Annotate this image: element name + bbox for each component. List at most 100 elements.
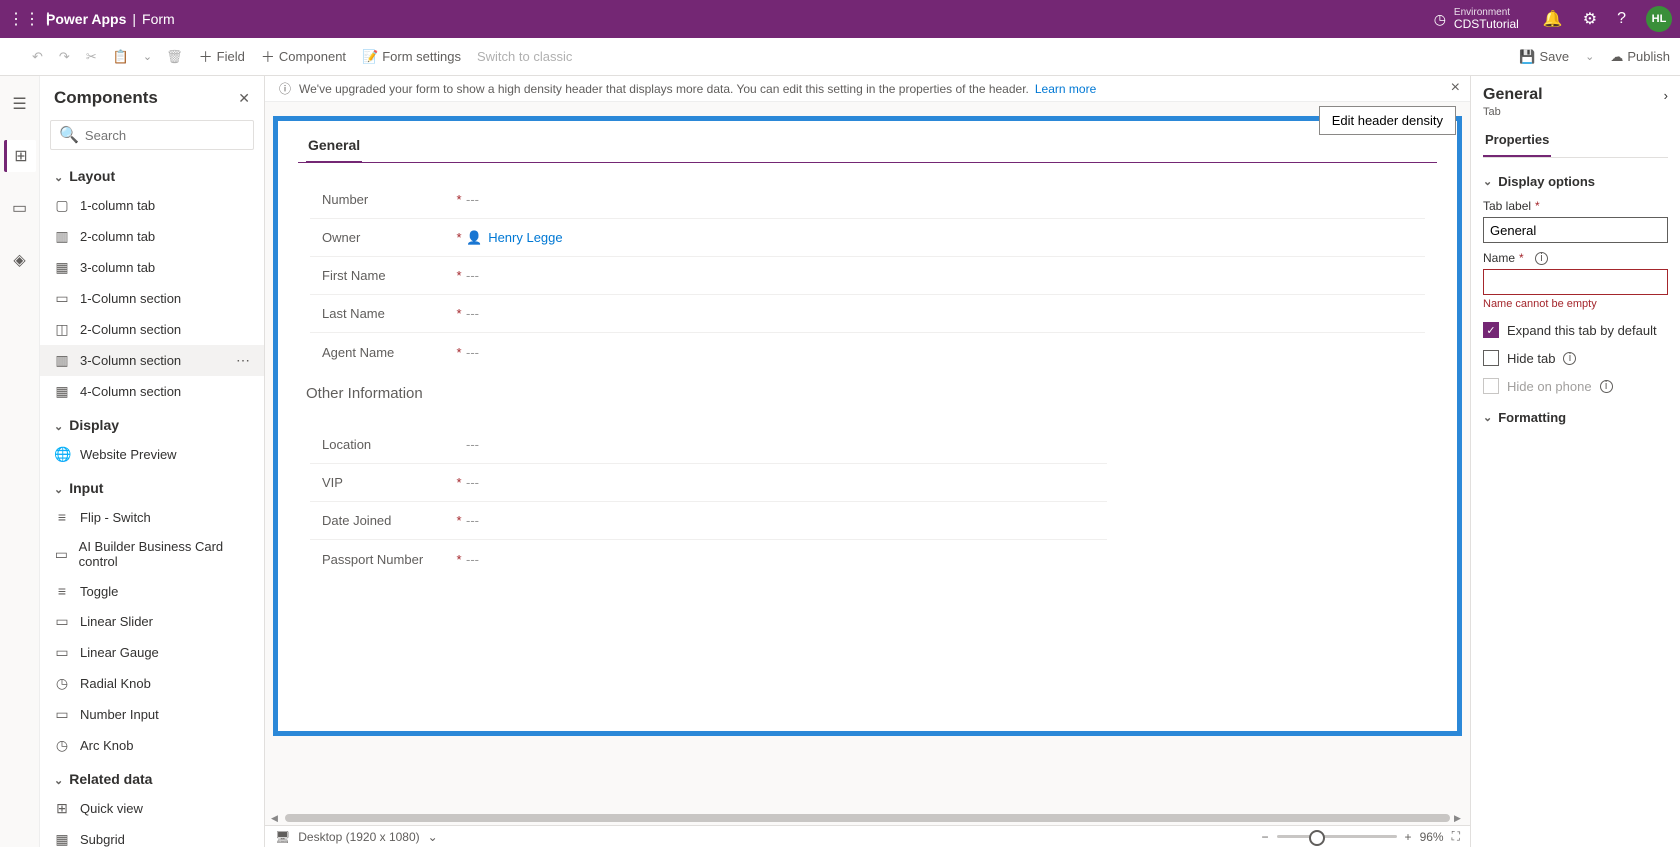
section-title-other: Other Information xyxy=(298,371,1437,408)
zoom-value: 96% xyxy=(1420,830,1444,844)
field-location[interactable]: Location --- xyxy=(310,426,1107,464)
field-number[interactable]: Number * --- xyxy=(310,181,1425,219)
help-icon[interactable]: ? xyxy=(1617,10,1626,28)
comp-linear-gauge[interactable]: ▭Linear Gauge xyxy=(40,637,264,668)
cut-button[interactable]: ✂ xyxy=(84,45,99,69)
learn-more-link[interactable]: Learn more xyxy=(1035,82,1096,96)
comp-quick-view[interactable]: ⊞Quick view xyxy=(40,793,264,824)
comp-3col-tab[interactable]: ▦3-column tab xyxy=(40,252,264,283)
input-name[interactable] xyxy=(1483,269,1668,295)
group-input[interactable]: ⌄Input xyxy=(40,470,264,502)
app-launcher-icon[interactable]: ⋮⋮⋮ xyxy=(8,9,46,29)
comp-flip-switch[interactable]: ≡Flip - Switch xyxy=(40,502,264,532)
form-section-1[interactable]: Number * --- Owner * 👤Henry Legge First … xyxy=(310,181,1425,371)
field-vip[interactable]: VIP * --- xyxy=(310,464,1107,502)
group-related[interactable]: ⌄Related data xyxy=(40,761,264,793)
section-display-options[interactable]: ⌄Display options xyxy=(1483,174,1668,189)
comp-toggle[interactable]: ≡Toggle xyxy=(40,576,264,606)
settings-icon[interactable]: ⚙ xyxy=(1583,9,1597,29)
dismiss-icon[interactable]: × xyxy=(1451,79,1460,97)
environment-picker[interactable]: ◷ Environment CDSTutorial xyxy=(1434,7,1519,31)
fit-screen-icon[interactable]: ⛶ xyxy=(1452,829,1460,844)
info-icon[interactable]: i xyxy=(1535,252,1548,265)
comp-2col-tab[interactable]: ▥2-column tab xyxy=(40,221,264,252)
device-picker[interactable]: Desktop (1920 x 1080) xyxy=(298,830,419,844)
add-component-button[interactable]: ＋Component xyxy=(259,43,348,71)
undo-button[interactable]: ↶ xyxy=(30,45,45,69)
zoom-in-button[interactable]: + xyxy=(1405,830,1412,844)
checkbox-icon xyxy=(1483,350,1499,366)
comp-2col-section[interactable]: ◫2-Column section xyxy=(40,314,264,345)
publish-button[interactable]: ☁Publish xyxy=(1608,45,1672,69)
checkbox-icon: ✓ xyxy=(1483,322,1499,338)
app-title: Power Apps|Form xyxy=(46,11,175,27)
comp-ai-builder[interactable]: ▭AI Builder Business Card control xyxy=(40,532,264,576)
redo-button[interactable]: ↷ xyxy=(57,45,72,69)
form-settings-button[interactable]: 📝Form settings xyxy=(360,45,463,69)
comp-website-preview[interactable]: 🌐Website Preview xyxy=(40,439,264,470)
form-tab-strip: General xyxy=(298,121,1437,163)
field-owner[interactable]: Owner * 👤Henry Legge xyxy=(310,219,1425,257)
add-field-button[interactable]: ＋Field xyxy=(197,43,247,71)
checkbox-expand-default[interactable]: ✓ Expand this tab by default xyxy=(1483,322,1668,338)
field-datejoined[interactable]: Date Joined * --- xyxy=(310,502,1107,540)
delete-button[interactable]: 🗑 xyxy=(164,45,185,69)
hamburger-icon[interactable]: ☰ xyxy=(4,88,36,120)
error-name: Name cannot be empty xyxy=(1483,298,1668,310)
comp-radial-knob[interactable]: ◷Radial Knob xyxy=(40,668,264,699)
comp-3col-section[interactable]: ▥3-Column section⋯ xyxy=(40,345,264,376)
zoom-out-button[interactable]: − xyxy=(1262,830,1269,844)
checkbox-hide-phone: Hide on phone i xyxy=(1483,378,1668,394)
horizontal-scrollbar[interactable]: ◀ ▶ xyxy=(271,813,1464,825)
comp-1col-tab[interactable]: ▢1-column tab xyxy=(40,190,264,221)
info-icon[interactable]: i xyxy=(1563,352,1576,365)
group-display[interactable]: ⌄Display xyxy=(40,407,264,439)
chevron-down-icon[interactable]: ⌄ xyxy=(143,50,152,63)
info-icon: ⓘ xyxy=(279,80,291,97)
data-icon[interactable]: ◈ xyxy=(4,244,36,276)
canvas: ⓘ We've upgraded your form to show a hig… xyxy=(265,76,1470,847)
tree-view-icon[interactable]: ⊞ xyxy=(4,140,36,172)
paste-button[interactable]: 📋 xyxy=(111,45,131,69)
device-chevron-icon[interactable]: ⌄ xyxy=(428,830,438,844)
save-chevron-icon[interactable]: ⌄ xyxy=(1585,50,1594,63)
zoom-slider[interactable] xyxy=(1277,835,1397,838)
comp-subgrid[interactable]: ▦Subgrid xyxy=(40,824,264,847)
checkbox-hide-tab[interactable]: Hide tab i xyxy=(1483,350,1668,366)
section-formatting[interactable]: ⌄Formatting xyxy=(1483,410,1668,425)
environment-icon: ◷ xyxy=(1434,11,1446,28)
search-box[interactable]: 🔍 xyxy=(50,120,254,150)
more-icon[interactable]: ⋯ xyxy=(236,352,250,369)
field-agentname[interactable]: Agent Name * --- xyxy=(310,333,1425,371)
input-tab-label[interactable] xyxy=(1483,217,1668,243)
top-bar: ⋮⋮⋮ Power Apps|Form ◷ Environment CDSTut… xyxy=(0,0,1680,38)
save-button[interactable]: 💾Save xyxy=(1517,45,1571,69)
expand-props-icon[interactable]: › xyxy=(1664,88,1668,103)
edit-header-density-button[interactable]: Edit header density xyxy=(1319,106,1456,135)
tab-general[interactable]: General xyxy=(306,137,362,163)
field-firstname[interactable]: First Name * --- xyxy=(310,257,1425,295)
comp-4col-section[interactable]: ▦4-Column section xyxy=(40,376,264,407)
tab-properties[interactable]: Properties xyxy=(1483,132,1551,157)
field-passport[interactable]: Passport Number * --- xyxy=(310,540,1107,578)
comp-1col-section[interactable]: ▭1-Column section xyxy=(40,283,264,314)
person-icon: 👤 xyxy=(466,230,482,246)
form-tab-icon[interactable]: ▭ xyxy=(4,192,36,224)
field-lastname[interactable]: Last Name * --- xyxy=(310,295,1425,333)
notifications-icon[interactable]: 🔔 xyxy=(1543,9,1563,29)
form-section-2[interactable]: Location --- VIP * --- Date Joined * --- xyxy=(310,426,1107,578)
group-layout[interactable]: ⌄Layout xyxy=(40,158,264,190)
switch-classic-button[interactable]: Switch to classic xyxy=(475,45,574,68)
search-input[interactable] xyxy=(85,128,261,143)
comp-arc-knob[interactable]: ◷Arc Knob xyxy=(40,730,264,761)
close-icon[interactable]: ✕ xyxy=(238,90,250,107)
info-icon: i xyxy=(1600,380,1613,393)
props-subtitle: Tab xyxy=(1483,106,1668,118)
form-designer-selection[interactable]: General Number * --- Owner * 👤Henry Legg… xyxy=(273,116,1462,736)
props-title: General xyxy=(1483,86,1543,104)
comp-linear-slider[interactable]: ▭Linear Slider xyxy=(40,606,264,637)
comp-number-input[interactable]: ▭Number Input xyxy=(40,699,264,730)
label-name: Name* i xyxy=(1483,251,1668,265)
user-avatar[interactable]: HL xyxy=(1646,6,1672,32)
components-panel: Components ✕ 🔍 ⌄Layout ▢1-column tab ▥2-… xyxy=(40,76,265,847)
